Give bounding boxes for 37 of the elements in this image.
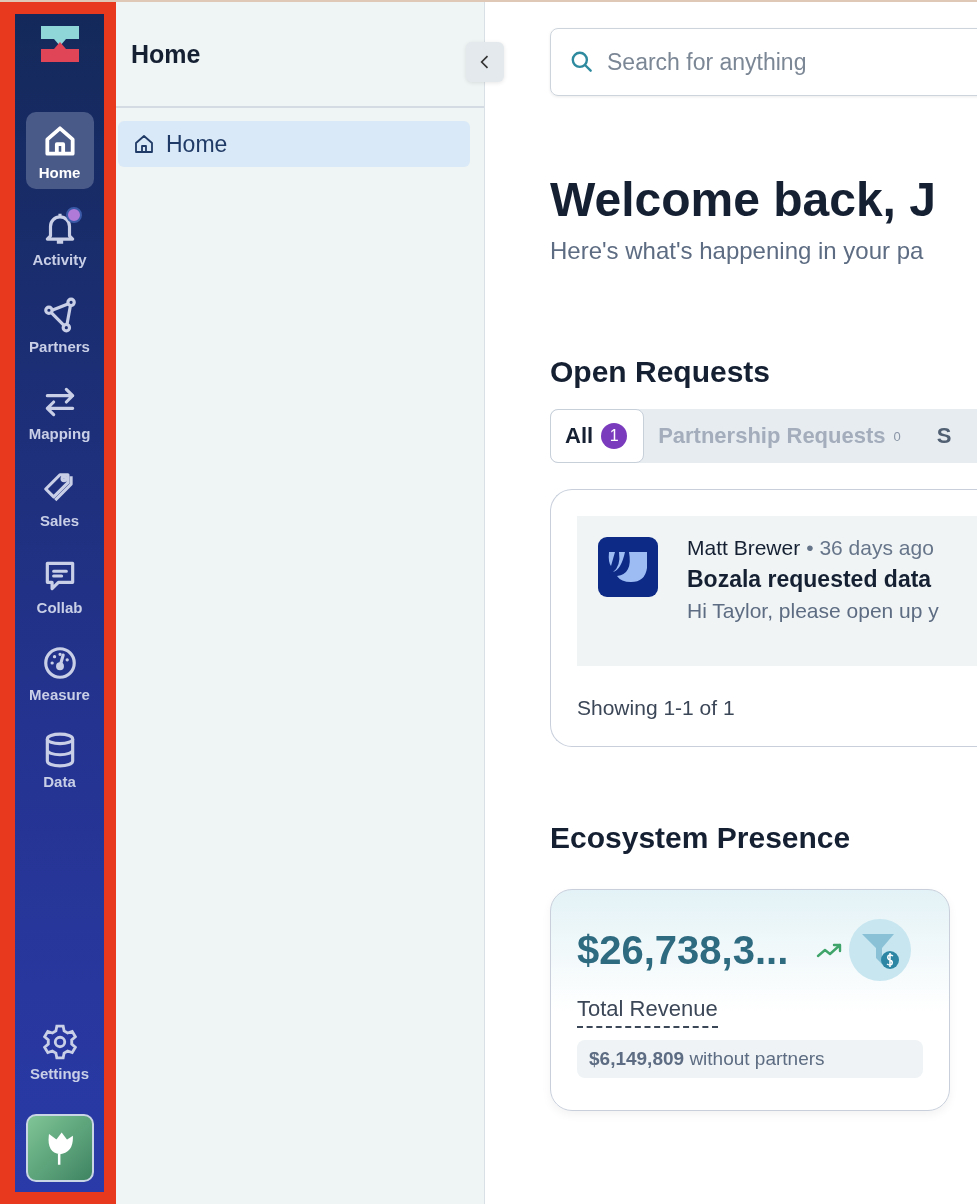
filter-tab[interactable]: All 1 [550, 409, 645, 463]
nav-item[interactable]: Settings [25, 1013, 94, 1090]
metric-label: Total Revenue [577, 996, 718, 1028]
company-logo-icon [597, 536, 659, 598]
nav-item[interactable]: Home [25, 112, 94, 189]
request-message: Hi Taylor, please open up y [687, 599, 939, 623]
metric-note: $6,149,809 without partners [577, 1040, 923, 1078]
nav-item[interactable]: Mapping [25, 373, 94, 450]
timestamp: • 36 days ago [806, 536, 934, 560]
author-name: Matt Brewer [687, 536, 801, 560]
nav-item[interactable]: Sales [25, 460, 94, 537]
sidebar-item[interactable]: Home [118, 121, 470, 167]
search-icon [569, 49, 595, 75]
home-icon [132, 132, 156, 156]
welcome-heading: Welcome back, J [550, 172, 937, 227]
nav-item[interactable]: Data [25, 721, 94, 798]
metric-value: $26,738,3... [577, 927, 789, 973]
tab-count: 0 [893, 428, 901, 444]
logo-icon [39, 24, 80, 64]
search-input[interactable]: Search for anything [605, 47, 909, 77]
tab-count: 1 [601, 423, 628, 449]
nav-item[interactable]: Measure [25, 634, 94, 711]
request-item[interactable]: Matt Brewer • 36 days ago Bozala requested data Hi Taylor, please open up y [577, 516, 977, 666]
nav-item[interactable]: Partners [25, 286, 94, 363]
pagination-text: Showing 1-1 of 1 [577, 696, 736, 720]
funnel-dollar-icon [848, 918, 913, 982]
search-field[interactable]: Search for anything [550, 28, 977, 96]
nav-item[interactable]: Collab [25, 547, 94, 624]
request-title: Bozala requested data [687, 566, 933, 593]
sidebar-title: Home [131, 39, 201, 69]
welcome-subtitle: Here's what's happening in your pa [550, 237, 925, 265]
section-heading: Open Requests [550, 355, 772, 389]
section-heading: Ecosystem Presence [550, 821, 852, 855]
nav-item[interactable]: Activity [25, 199, 94, 276]
app-icon[interactable] [25, 1114, 94, 1182]
filter-tab[interactable]: S [916, 409, 968, 463]
settings-icon [40, 1023, 79, 1061]
